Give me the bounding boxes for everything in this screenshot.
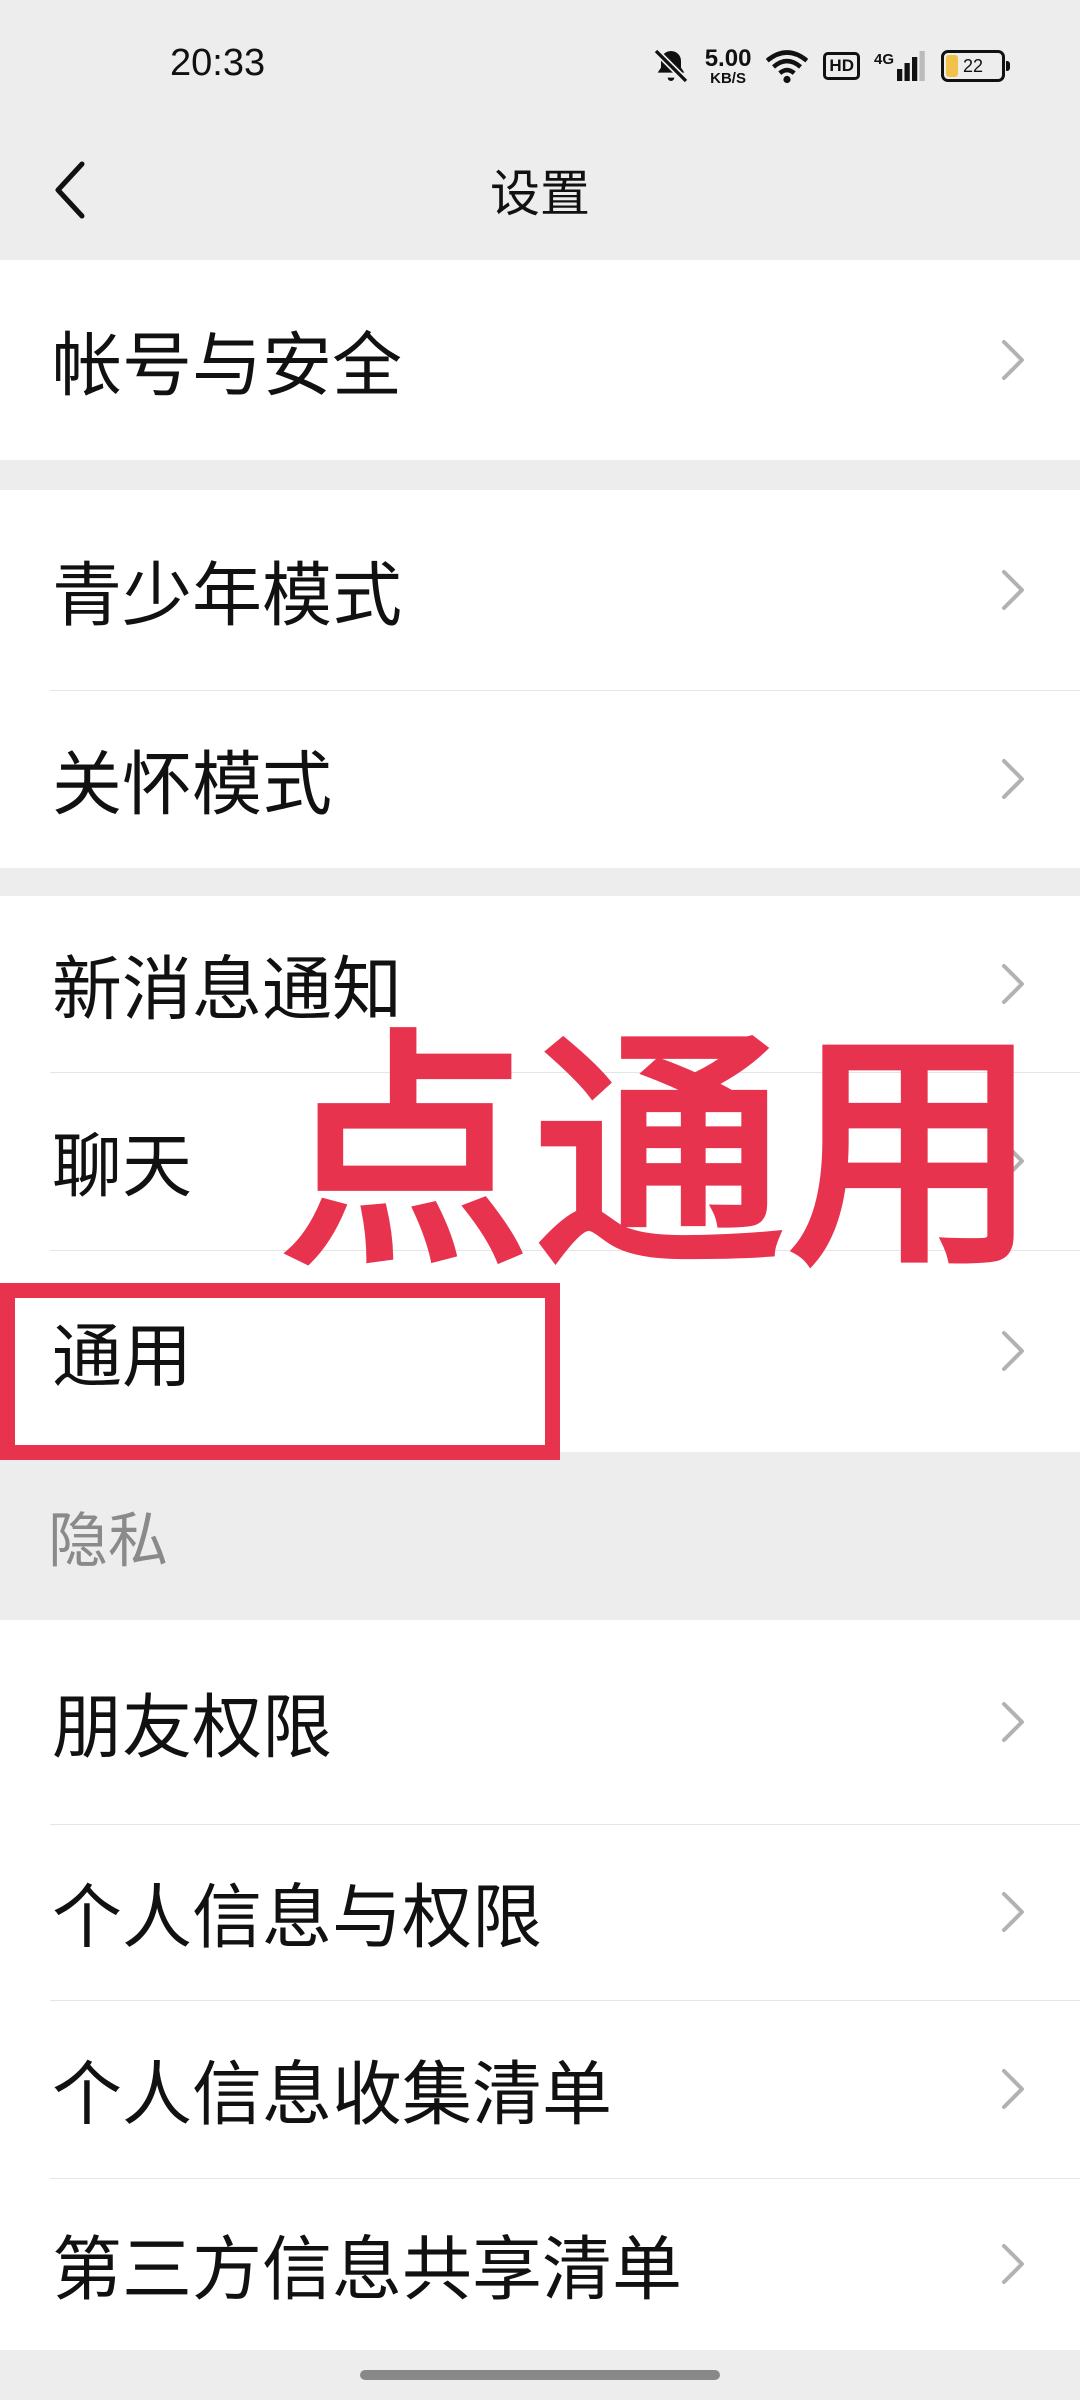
settings-item-label: 朋友权限 [52, 1686, 332, 1769]
chevron-right-icon [1002, 570, 1024, 610]
chevron-right-icon [1002, 759, 1024, 799]
settings-group-modes: 青少年模式 关怀模式 [0, 490, 1080, 868]
section-header-privacy: 隐私 [0, 1452, 1080, 1620]
status-icons: 5.00 KB/S HD 4G 22 [651, 40, 1010, 92]
status-time: 20:33 [170, 42, 266, 84]
annotation-text: 点通用 [280, 1009, 1042, 1300]
settings-item-label: 青少年模式 [52, 554, 402, 637]
network-speed: 5.00 KB/S [704, 44, 752, 87]
settings-group-account: 帐号与安全 [0, 260, 1080, 460]
chevron-right-icon [1002, 1702, 1024, 1742]
annotation-highlight-box [0, 1283, 560, 1460]
settings-item-friend-permissions[interactable]: 朋友权限 [0, 1620, 1080, 1824]
home-indicator[interactable] [360, 2370, 720, 2380]
settings-item-label: 个人信息与权限 [52, 1876, 542, 1959]
section-header-label: 隐私 [48, 1506, 168, 1577]
settings-item-personal-info-permissions[interactable]: 个人信息与权限 [0, 1824, 1080, 2000]
nav-bar: 设置 [0, 130, 1080, 260]
settings-item-label: 聊天 [52, 1125, 192, 1208]
page-title: 设置 [490, 165, 590, 223]
signal-indicator: 4G [874, 51, 927, 81]
settings-item-label: 个人信息收集清单 [52, 2053, 612, 2136]
wifi-icon [766, 50, 809, 84]
signal-bars-icon [897, 51, 925, 81]
chevron-right-icon [1002, 1892, 1024, 1932]
hd-badge: HD [823, 52, 860, 80]
settings-item-label: 关怀模式 [52, 743, 332, 826]
chevron-right-icon [1002, 964, 1024, 1004]
mute-bell-icon [653, 48, 689, 84]
status-bar: 20:33 5.00 KB/S HD 4G 22 [0, 0, 1080, 130]
chevron-right-icon [1002, 2069, 1024, 2109]
settings-group-privacy: 朋友权限 个人信息与权限 个人信息收集清单 第三方信息共享清单 [0, 1620, 1080, 2350]
settings-item-third-party-sharing-list[interactable]: 第三方信息共享清单 [0, 2178, 1080, 2350]
battery-icon: 22 [941, 50, 1010, 82]
settings-item-label: 帐号与安全 [52, 324, 402, 407]
settings-item-teen-mode[interactable]: 青少年模式 [0, 490, 1080, 690]
chevron-right-icon [1002, 340, 1024, 380]
settings-item-account-security[interactable]: 帐号与安全 [0, 260, 1080, 460]
chevron-right-icon [1002, 2244, 1024, 2284]
settings-item-care-mode[interactable]: 关怀模式 [0, 690, 1080, 868]
chevron-right-icon [1002, 1331, 1024, 1371]
settings-item-personal-info-collection-list[interactable]: 个人信息收集清单 [0, 2000, 1080, 2178]
settings-item-label: 第三方信息共享清单 [52, 2228, 682, 2311]
